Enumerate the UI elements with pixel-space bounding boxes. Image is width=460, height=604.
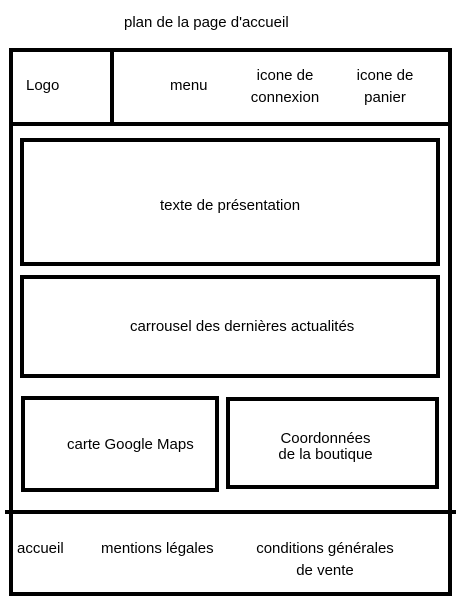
carousel-label: carrousel des dernières actualités (130, 318, 355, 335)
footer-terms-line2: de vente (296, 562, 354, 579)
cart-icon-label-line2: panier (364, 89, 406, 106)
login-icon-label-line2: connexion (250, 89, 320, 106)
menu-label: menu (170, 77, 208, 94)
presentation-label: texte de présentation (159, 197, 301, 214)
footer-divider (5, 510, 456, 514)
login-icon-label: icone de connexion (246, 65, 324, 109)
footer-terms-line1: conditions générales (256, 540, 394, 557)
header-divider (9, 122, 452, 126)
map-label: carte Google Maps (67, 436, 194, 453)
logo-divider (110, 50, 114, 124)
login-icon-label-line1: icone de (256, 67, 314, 84)
diagram-title: plan de la page d'accueil (124, 14, 289, 31)
shop-contact-line1: Coordonnées (280, 430, 371, 447)
footer-legal-link[interactable]: mentions légales (101, 538, 214, 560)
footer-terms-link[interactable]: conditions générales de vente (246, 538, 404, 582)
shop-contact-label: Coordonnées de la boutique (226, 431, 425, 463)
cart-icon-label: icone de panier (346, 65, 424, 109)
footer-home-link[interactable]: accueil (17, 538, 64, 560)
logo-label: Logo (26, 77, 60, 94)
shop-contact-line2: de la boutique (278, 446, 373, 463)
cart-icon-label-line1: icone de (356, 67, 414, 84)
